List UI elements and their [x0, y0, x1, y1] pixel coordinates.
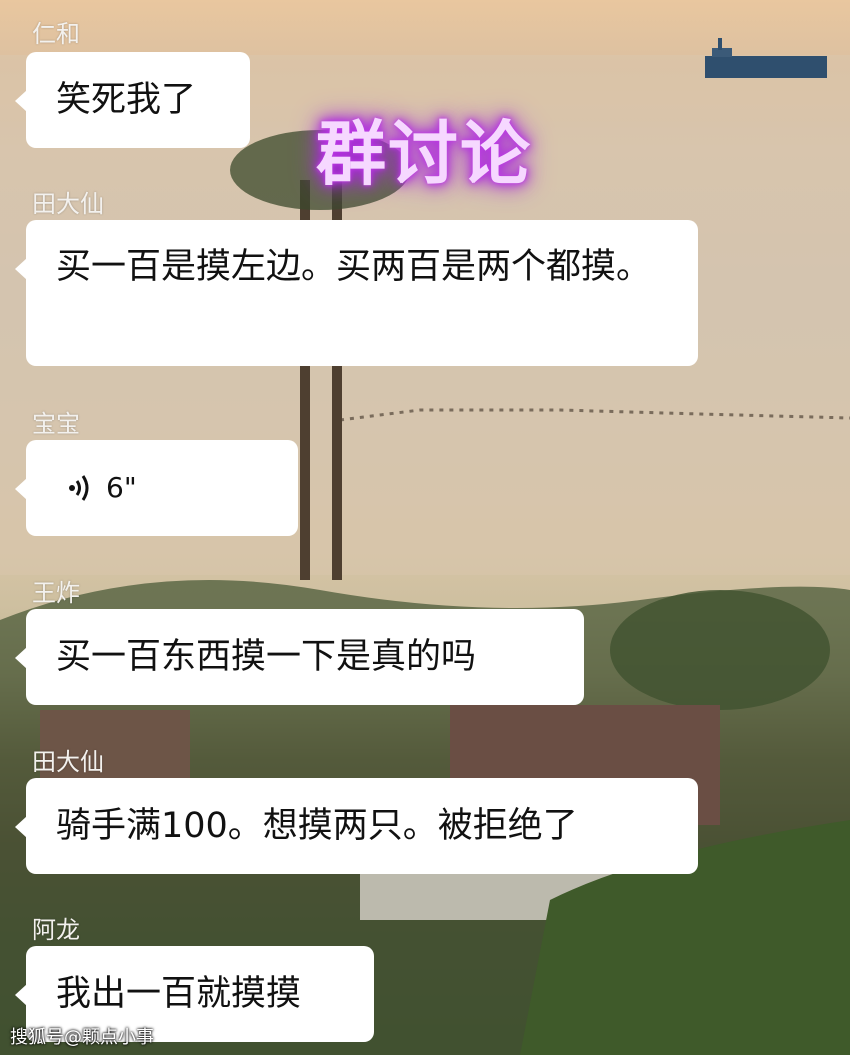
- voice-duration: 6": [106, 471, 137, 504]
- sender-name: 田大仙: [32, 748, 104, 776]
- sender-name: 王炸: [32, 579, 80, 607]
- message-bubble[interactable]: 买一百东西摸一下是真的吗: [15, 609, 584, 705]
- watermark-footer: 搜狐号@颗点小事: [10, 1027, 154, 1048]
- message-text: 买一百东西摸一下是真的吗: [56, 637, 477, 677]
- sender-name: 阿龙: [32, 916, 80, 944]
- message-bubble[interactable]: 笑死我了: [15, 52, 250, 148]
- message-text: 我出一百就摸摸: [56, 974, 302, 1014]
- sender-name: 仁和: [32, 20, 80, 48]
- group-discussion-title: 群讨论: [316, 113, 532, 195]
- voice-wave-icon: [69, 475, 89, 501]
- message-text: 买一百是摸左边。买两百是两个都摸。: [56, 247, 652, 287]
- message-text: 笑死我了: [56, 80, 197, 120]
- voice-message-bubble[interactable]: 6": [15, 440, 298, 536]
- sender-name: 宝宝: [32, 410, 80, 438]
- sender-name: 田大仙: [32, 190, 104, 218]
- message-bubble[interactable]: 骑手满100。想摸两只。被拒绝了: [15, 778, 698, 874]
- ship-icon: [705, 38, 827, 78]
- message-text: 骑手满100。想摸两只。被拒绝了: [56, 806, 578, 846]
- message-bubble[interactable]: 买一百是摸左边。买两百是两个都摸。: [15, 220, 698, 366]
